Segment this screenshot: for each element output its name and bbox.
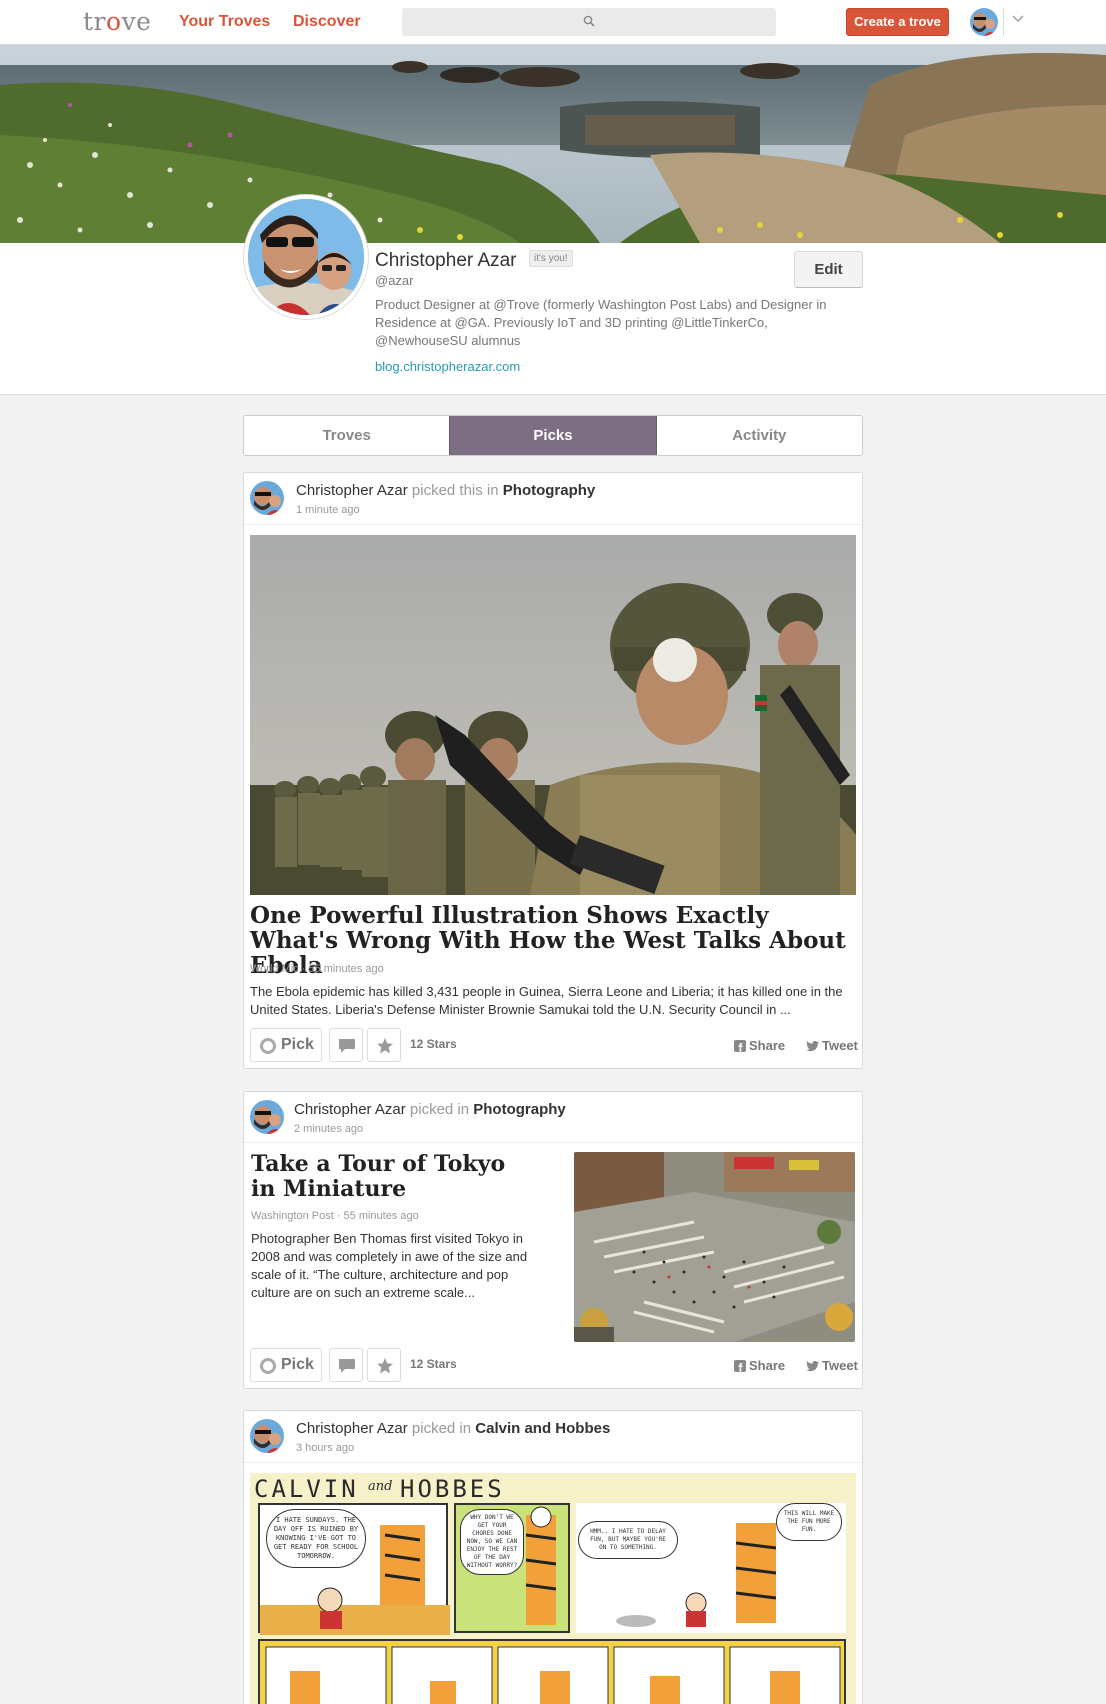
comic-panel: I HATE SUNDAYS. THE DAY OFF IS RUINED BY… [258,1503,450,1635]
card-user-link[interactable]: Christopher Azar [296,1420,408,1437]
pick-label: Pick [281,1356,314,1373]
chevron-down-icon[interactable] [1012,14,1024,24]
share-button[interactable]: Share [734,1358,785,1373]
star-icon [377,1038,393,1054]
card-headline: Christopher Azar picked this in Photogra… [296,482,595,499]
comic-image[interactable]: CALVIN and HOBBES I HATE SUNDAYS. THE DA… [250,1473,856,1704]
comic-title-left: CALVIN [254,1475,359,1503]
trove-logo[interactable]: trove [83,7,151,36]
comic-title-and: and [368,1479,393,1494]
tab-troves[interactable]: Troves [244,416,449,455]
share-button[interactable]: Share [734,1038,785,1053]
divider [244,1462,862,1463]
card-headline: Christopher Azar picked in Calvin and Ho… [296,1420,610,1437]
card-timestamp: 2 minutes ago [294,1123,364,1135]
nav-your-troves[interactable]: Your Troves [179,13,270,31]
comment-button[interactable] [329,1348,363,1382]
profile-avatar[interactable] [244,195,368,319]
article-description: Photographer Ben Thomas first visited To… [251,1231,528,1300]
card-user-link[interactable]: Christopher Azar [296,482,408,499]
card-verb: picked in [409,1101,470,1118]
pick-button[interactable]: Pick [250,1348,322,1382]
edit-profile-button[interactable]: Edit [794,251,863,288]
pick-card: Christopher Azar picked this in Photogra… [243,472,863,1069]
tab-activity[interactable]: Activity [657,416,862,455]
profile-blog-link[interactable]: blog.christopherazar.com [375,359,520,374]
profile-tabs: Troves Picks Activity [243,415,863,456]
article-image[interactable] [250,535,856,895]
cover-photo [0,45,1106,243]
card-timestamp: 1 minute ago [296,504,360,516]
card-timestamp: 3 hours ago [296,1442,355,1454]
comment-icon [339,1039,355,1053]
twitter-icon [806,1361,819,1372]
avatar[interactable] [250,1419,284,1453]
card-trove-link[interactable]: Photography [473,1101,566,1118]
create-trove-button[interactable]: Create a trove [846,8,949,36]
share-label: Share [749,1358,786,1373]
pick-card: Christopher Azar picked in Photography 2… [243,1091,863,1389]
share-label: Share [749,1038,786,1053]
pick-circle-icon [260,1358,276,1374]
card-verb: picked in [411,1420,472,1437]
star-icon [377,1358,393,1374]
avatar[interactable] [250,481,284,515]
article-image[interactable] [574,1152,855,1342]
card-trove-link[interactable]: Calvin and Hobbes [475,1420,610,1437]
comment-button[interactable] [329,1028,363,1062]
divider [244,524,862,525]
comic-panel [258,1639,846,1704]
profile-bio: Product Designer at @Trove (formerly Was… [375,297,827,348]
star-count: 12 Stars [410,1037,457,1051]
profile-handle: @azar [375,273,414,288]
search-input[interactable] [402,8,776,36]
card-verb: picked this in [411,482,499,499]
comic-panel: HMM.. I HATE TO DELAY FUN, BUT MAYBE YOU… [576,1503,846,1633]
facebook-icon [734,1040,746,1052]
divider [244,1142,862,1143]
pick-label: Pick [281,1036,314,1053]
pick-circle-icon [260,1038,276,1054]
twitter-icon [806,1041,819,1052]
card-actions: Pick 12 Stars Share Tweet [250,1348,858,1382]
tweet-button[interactable]: Tweet [806,1038,858,1053]
avatar[interactable] [250,1100,284,1134]
star-button[interactable] [367,1028,401,1062]
article-title[interactable]: Take a Tour of Tokyo in Miniature [251,1152,521,1202]
nav-avatar[interactable] [970,8,998,36]
article-description: The Ebola epidemic has killed 3,431 peop… [250,984,843,1017]
article-source: Washington Post · 55 minutes ago [251,1210,419,1222]
card-user-link[interactable]: Christopher Azar [294,1101,406,1118]
tweet-label: Tweet [822,1038,858,1053]
star-button[interactable] [367,1348,401,1382]
pick-button[interactable]: Pick [250,1028,322,1062]
search-icon [583,15,595,27]
comic-title-right: HOBBES [400,1475,505,1503]
profile-name: Christopher Azar [375,250,517,271]
comic-panel: WHY DON'T WE GET YOUR CHORES DONE NOW, S… [454,1503,570,1633]
its-you-badge: it's you! [529,250,573,267]
card-headline: Christopher Azar picked in Photography [294,1101,566,1118]
tweet-label: Tweet [822,1358,858,1373]
top-nav: trove Your Troves Discover Create a trov… [0,0,1106,45]
nav-discover[interactable]: Discover [293,13,361,31]
tab-picks[interactable]: Picks [449,416,657,455]
article-source: World Mic · 55 minutes ago [250,963,384,975]
star-count: 12 Stars [410,1357,457,1371]
comment-icon [339,1359,355,1373]
nav-divider [1003,8,1004,36]
card-trove-link[interactable]: Photography [503,482,596,499]
tweet-button[interactable]: Tweet [806,1358,858,1373]
pick-card: Christopher Azar picked in Calvin and Ho… [243,1410,863,1704]
card-actions: Pick 12 Stars Share Tweet [250,1028,858,1062]
facebook-icon [734,1360,746,1372]
